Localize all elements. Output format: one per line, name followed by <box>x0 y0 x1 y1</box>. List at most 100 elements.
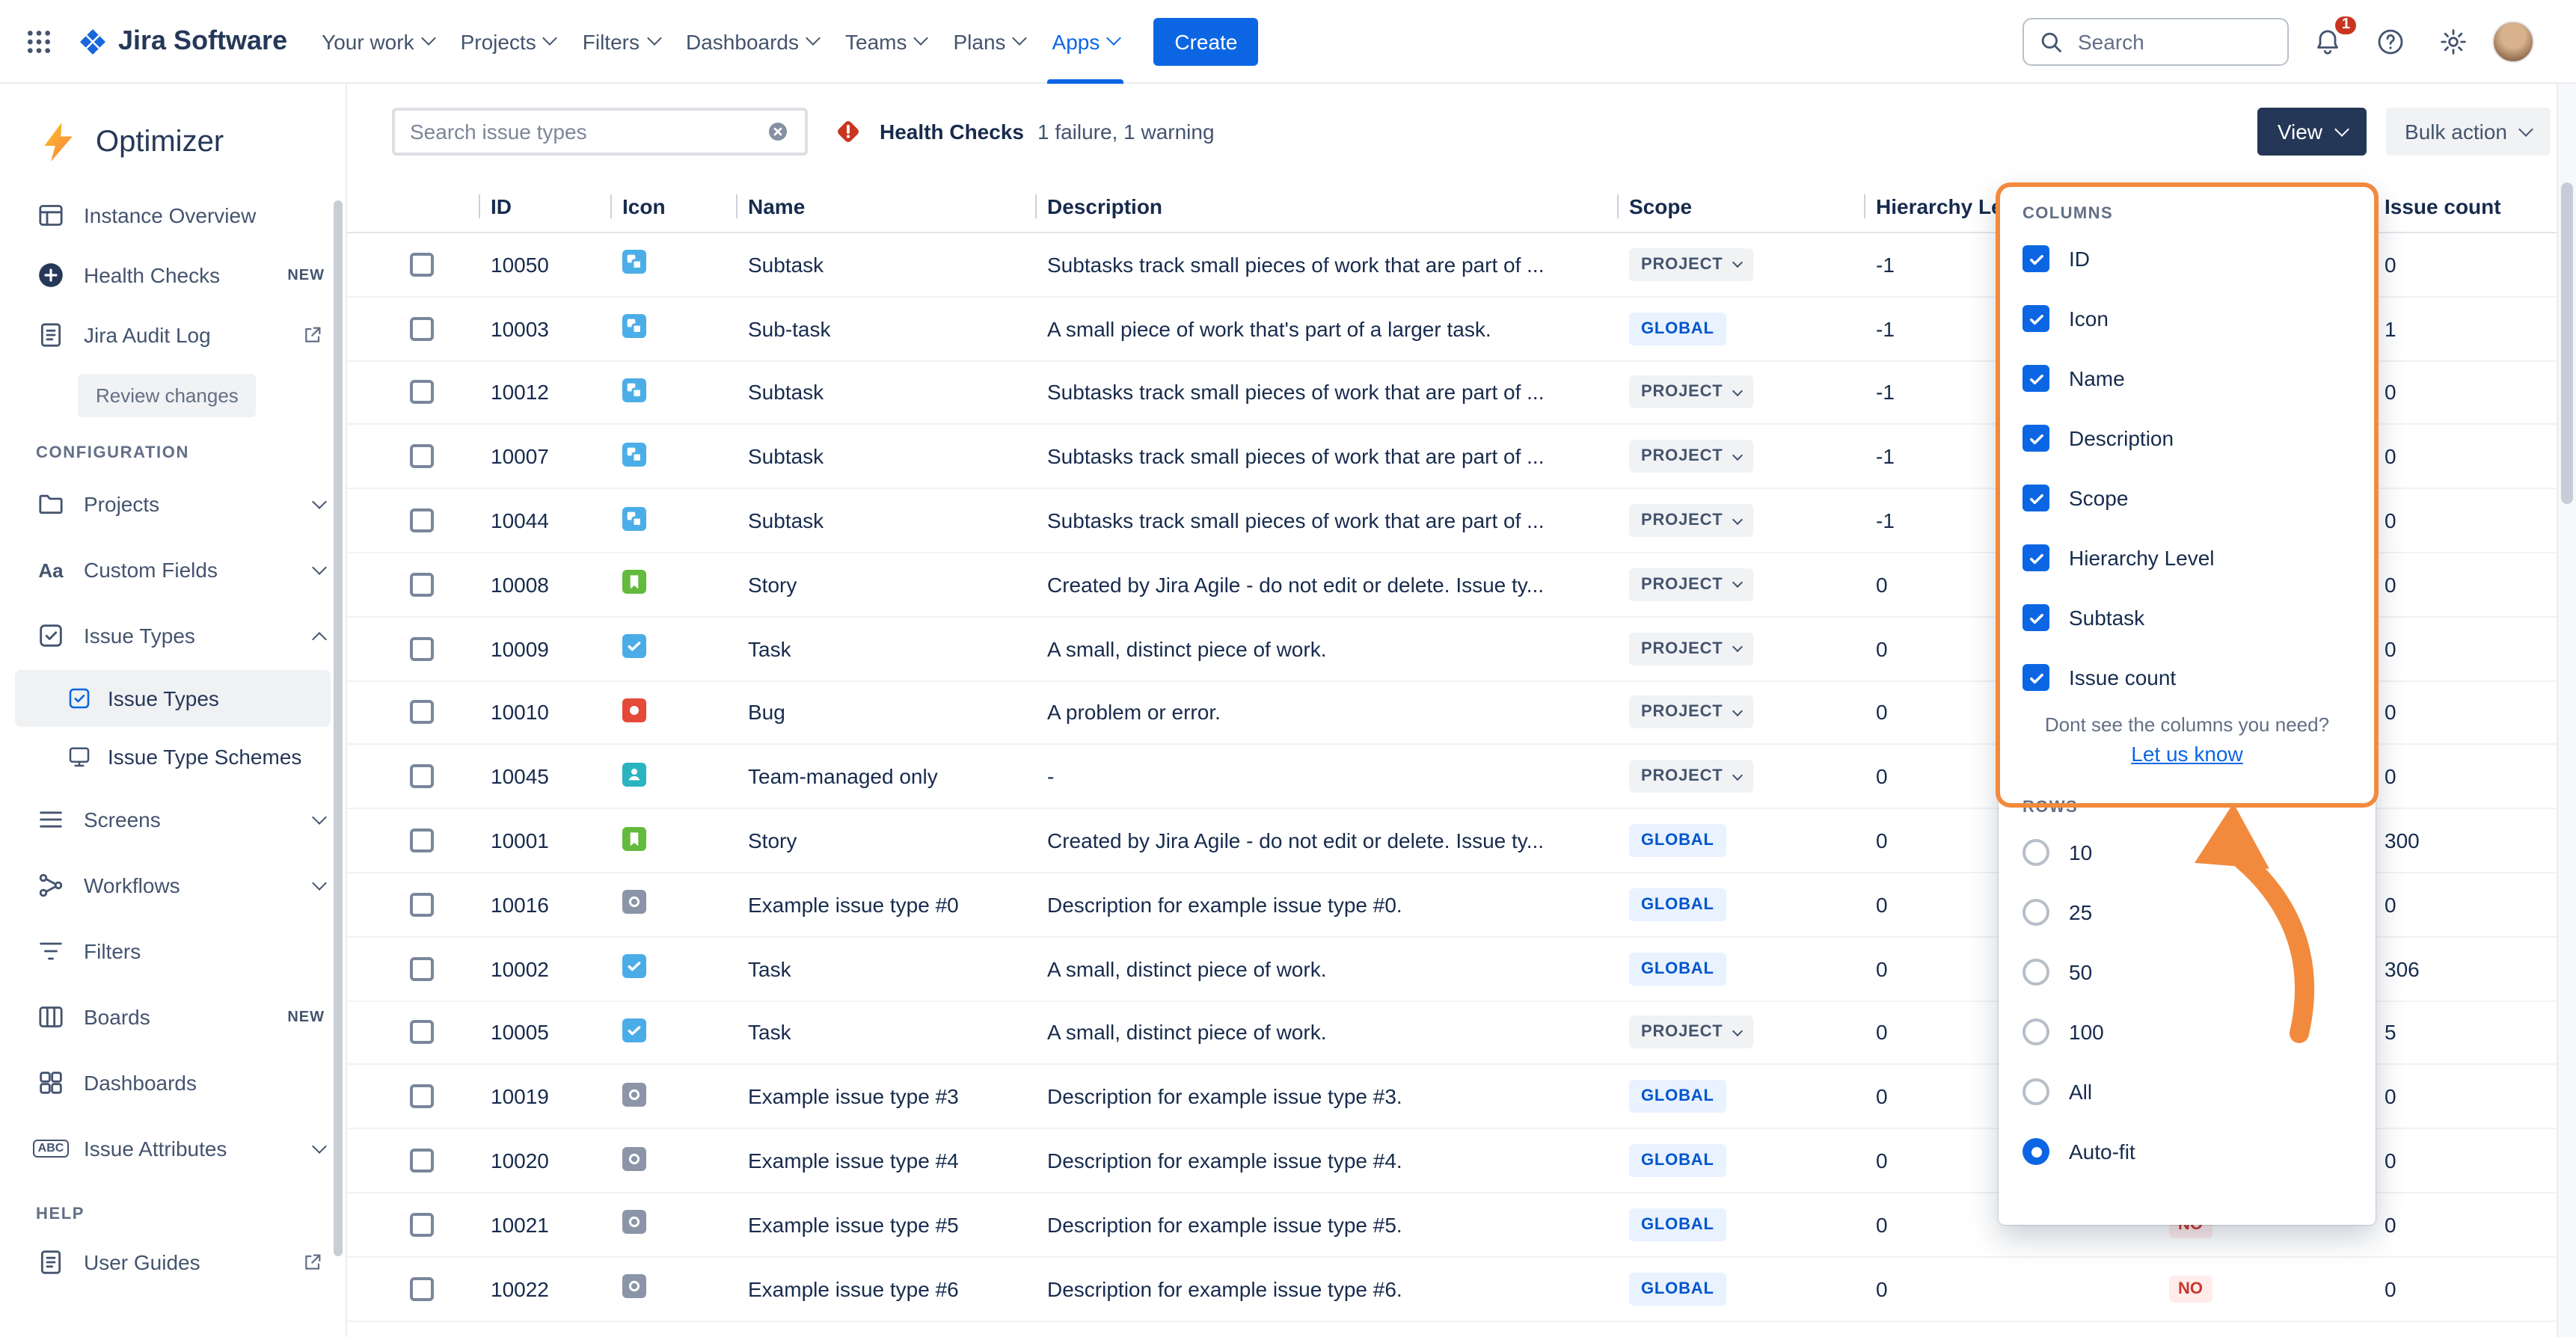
radio-unselected-icon[interactable] <box>2023 959 2049 986</box>
create-button[interactable]: Create <box>1153 17 1258 65</box>
bulk-action-button[interactable]: Bulk action <box>2385 108 2551 156</box>
checkbox-checked-icon[interactable] <box>2023 365 2049 392</box>
sidebar-item-label: Jira Audit Log <box>84 323 283 347</box>
scope-badge[interactable]: PROJECT <box>1629 632 1753 665</box>
sidebar-item-dashboards[interactable]: Dashboards <box>0 1050 346 1116</box>
column-toggle-scope[interactable]: Scope <box>1999 468 2376 528</box>
app-switcher-button[interactable] <box>15 17 63 65</box>
global-search-input[interactable]: Search <box>2023 17 2289 65</box>
chevron-down-icon <box>806 31 821 46</box>
scope-badge[interactable]: PROJECT <box>1629 568 1753 601</box>
review-changes-button[interactable]: Review changes <box>78 374 257 417</box>
scope-badge[interactable]: PROJECT <box>1629 504 1753 537</box>
scope-badge[interactable]: PROJECT <box>1629 376 1753 409</box>
checkbox-checked-icon[interactable] <box>2023 544 2049 571</box>
checkbox-checked-icon[interactable] <box>2023 604 2049 631</box>
scope-badge[interactable]: PROJECT <box>1629 760 1753 793</box>
column-toggle-label: Subtask <box>2069 606 2144 630</box>
nav-item-your-work[interactable]: Your work <box>308 0 447 83</box>
cell-issue-count: 0 <box>2385 1085 2396 1109</box>
row-checkbox[interactable] <box>410 636 434 660</box>
row-checkbox[interactable] <box>410 1085 434 1109</box>
row-checkbox[interactable] <box>410 316 434 340</box>
scope-badge[interactable]: PROJECT <box>1629 1016 1753 1049</box>
column-toggle-subtask[interactable]: Subtask <box>1999 588 2376 648</box>
rows-option-all[interactable]: All <box>1999 1062 2376 1122</box>
row-checkbox[interactable] <box>410 508 434 532</box>
row-checkbox[interactable] <box>410 1213 434 1237</box>
nav-item-plans[interactable]: Plans <box>939 0 1038 83</box>
scope-badge[interactable]: PROJECT <box>1629 440 1753 473</box>
column-toggle-icon[interactable]: Icon <box>1999 289 2376 348</box>
row-checkbox[interactable] <box>410 956 434 980</box>
view-button[interactable]: View <box>2258 108 2366 156</box>
radio-selected-icon[interactable] <box>2023 1138 2049 1165</box>
row-checkbox[interactable] <box>410 573 434 597</box>
radio-unselected-icon[interactable] <box>2023 839 2049 866</box>
checkbox-checked-icon[interactable] <box>2023 425 2049 452</box>
row-checkbox[interactable] <box>410 829 434 852</box>
sidebar-item-filters[interactable]: Filters <box>0 918 346 984</box>
sidebar-item-user-guides[interactable]: User Guides <box>0 1232 346 1292</box>
sidebar-item-instance-overview[interactable]: Instance Overview <box>0 185 346 245</box>
row-checkbox[interactable] <box>410 1276 434 1300</box>
nav-item-projects[interactable]: Projects <box>447 0 569 83</box>
jira-logo[interactable]: Jira Software <box>69 25 302 57</box>
let-us-know-link[interactable]: Let us know <box>2131 742 2242 766</box>
clear-search-icon[interactable] <box>766 120 790 144</box>
row-checkbox[interactable] <box>410 253 434 277</box>
column-toggle-issue-count[interactable]: Issue count <box>1999 648 2376 707</box>
row-checkbox[interactable] <box>410 1021 434 1045</box>
scope-badge: GLOBAL <box>1629 952 1726 985</box>
sidebar-item-health-checks[interactable]: Health ChecksNEW <box>0 245 346 305</box>
checkbox-checked-icon[interactable] <box>2023 485 2049 511</box>
sidebar-item-boards[interactable]: BoardsNEW <box>0 984 346 1050</box>
annotation-arrow <box>2177 800 2341 1054</box>
row-checkbox[interactable] <box>410 381 434 405</box>
nav-item-apps[interactable]: Apps <box>1039 0 1133 83</box>
page-scrollbar-thumb[interactable] <box>2561 182 2573 504</box>
radio-unselected-icon[interactable] <box>2023 1018 2049 1045</box>
sidebar-subitem-issue-type-schemes[interactable]: Issue Type Schemes <box>15 728 331 785</box>
row-checkbox[interactable] <box>410 445 434 469</box>
checkbox-checked-icon[interactable] <box>2023 305 2049 332</box>
column-toggle-hierarchy-level[interactable]: Hierarchy Level <box>1999 528 2376 588</box>
cell-id: 10003 <box>491 316 549 340</box>
sidebar-item-screens[interactable]: Screens <box>0 787 346 852</box>
radio-unselected-icon[interactable] <box>2023 899 2049 926</box>
row-checkbox[interactable] <box>410 701 434 725</box>
issue-type-search-input[interactable]: Search issue types <box>392 108 808 156</box>
cell-description: A small, distinct piece of work. <box>1047 956 1327 980</box>
column-toggle-name[interactable]: Name <box>1999 348 2376 408</box>
checkbox-checked-icon[interactable] <box>2023 664 2049 691</box>
nav-item-filters[interactable]: Filters <box>569 0 672 83</box>
sidebar-item-jira-audit-log[interactable]: Jira Audit Log <box>0 305 346 365</box>
sidebar-item-issue-attributes[interactable]: ABCIssue Attributes <box>0 1116 346 1181</box>
sidebar-item-workflows[interactable]: Workflows <box>0 852 346 918</box>
user-avatar[interactable] <box>2492 20 2534 62</box>
scope-badge-label: GLOBAL <box>1641 1216 1714 1234</box>
row-checkbox[interactable] <box>410 1149 434 1172</box>
sidebar-item-issue-types[interactable]: Issue Types <box>0 603 346 668</box>
notifications-button[interactable]: 1 <box>2304 17 2352 65</box>
scope-badge[interactable]: PROJECT <box>1629 248 1753 281</box>
nav-item-teams[interactable]: Teams <box>832 0 939 83</box>
settings-button[interactable] <box>2429 17 2477 65</box>
row-checkbox[interactable] <box>410 893 434 917</box>
new-badge: NEW <box>287 267 325 283</box>
radio-unselected-icon[interactable] <box>2023 1078 2049 1105</box>
rows-option-auto-fit[interactable]: Auto-fit <box>1999 1122 2376 1181</box>
column-toggle-description[interactable]: Description <box>1999 408 2376 468</box>
page-scrollbar[interactable] <box>2557 84 2576 1337</box>
sidebar-scrollbar[interactable] <box>334 200 343 1256</box>
nav-item-dashboards[interactable]: Dashboards <box>672 0 832 83</box>
row-checkbox[interactable] <box>410 765 434 789</box>
sidebar-subitem-issue-types[interactable]: Issue Types <box>15 670 331 727</box>
checkbox-checked-icon[interactable] <box>2023 245 2049 272</box>
sidebar-item-label: Custom Fields <box>84 558 296 582</box>
help-button[interactable] <box>2367 17 2414 65</box>
sidebar-item-projects[interactable]: Projects <box>0 471 346 537</box>
sidebar-item-custom-fields[interactable]: AaCustom Fields <box>0 537 346 603</box>
scope-badge[interactable]: PROJECT <box>1629 696 1753 729</box>
column-toggle-id[interactable]: ID <box>1999 229 2376 289</box>
